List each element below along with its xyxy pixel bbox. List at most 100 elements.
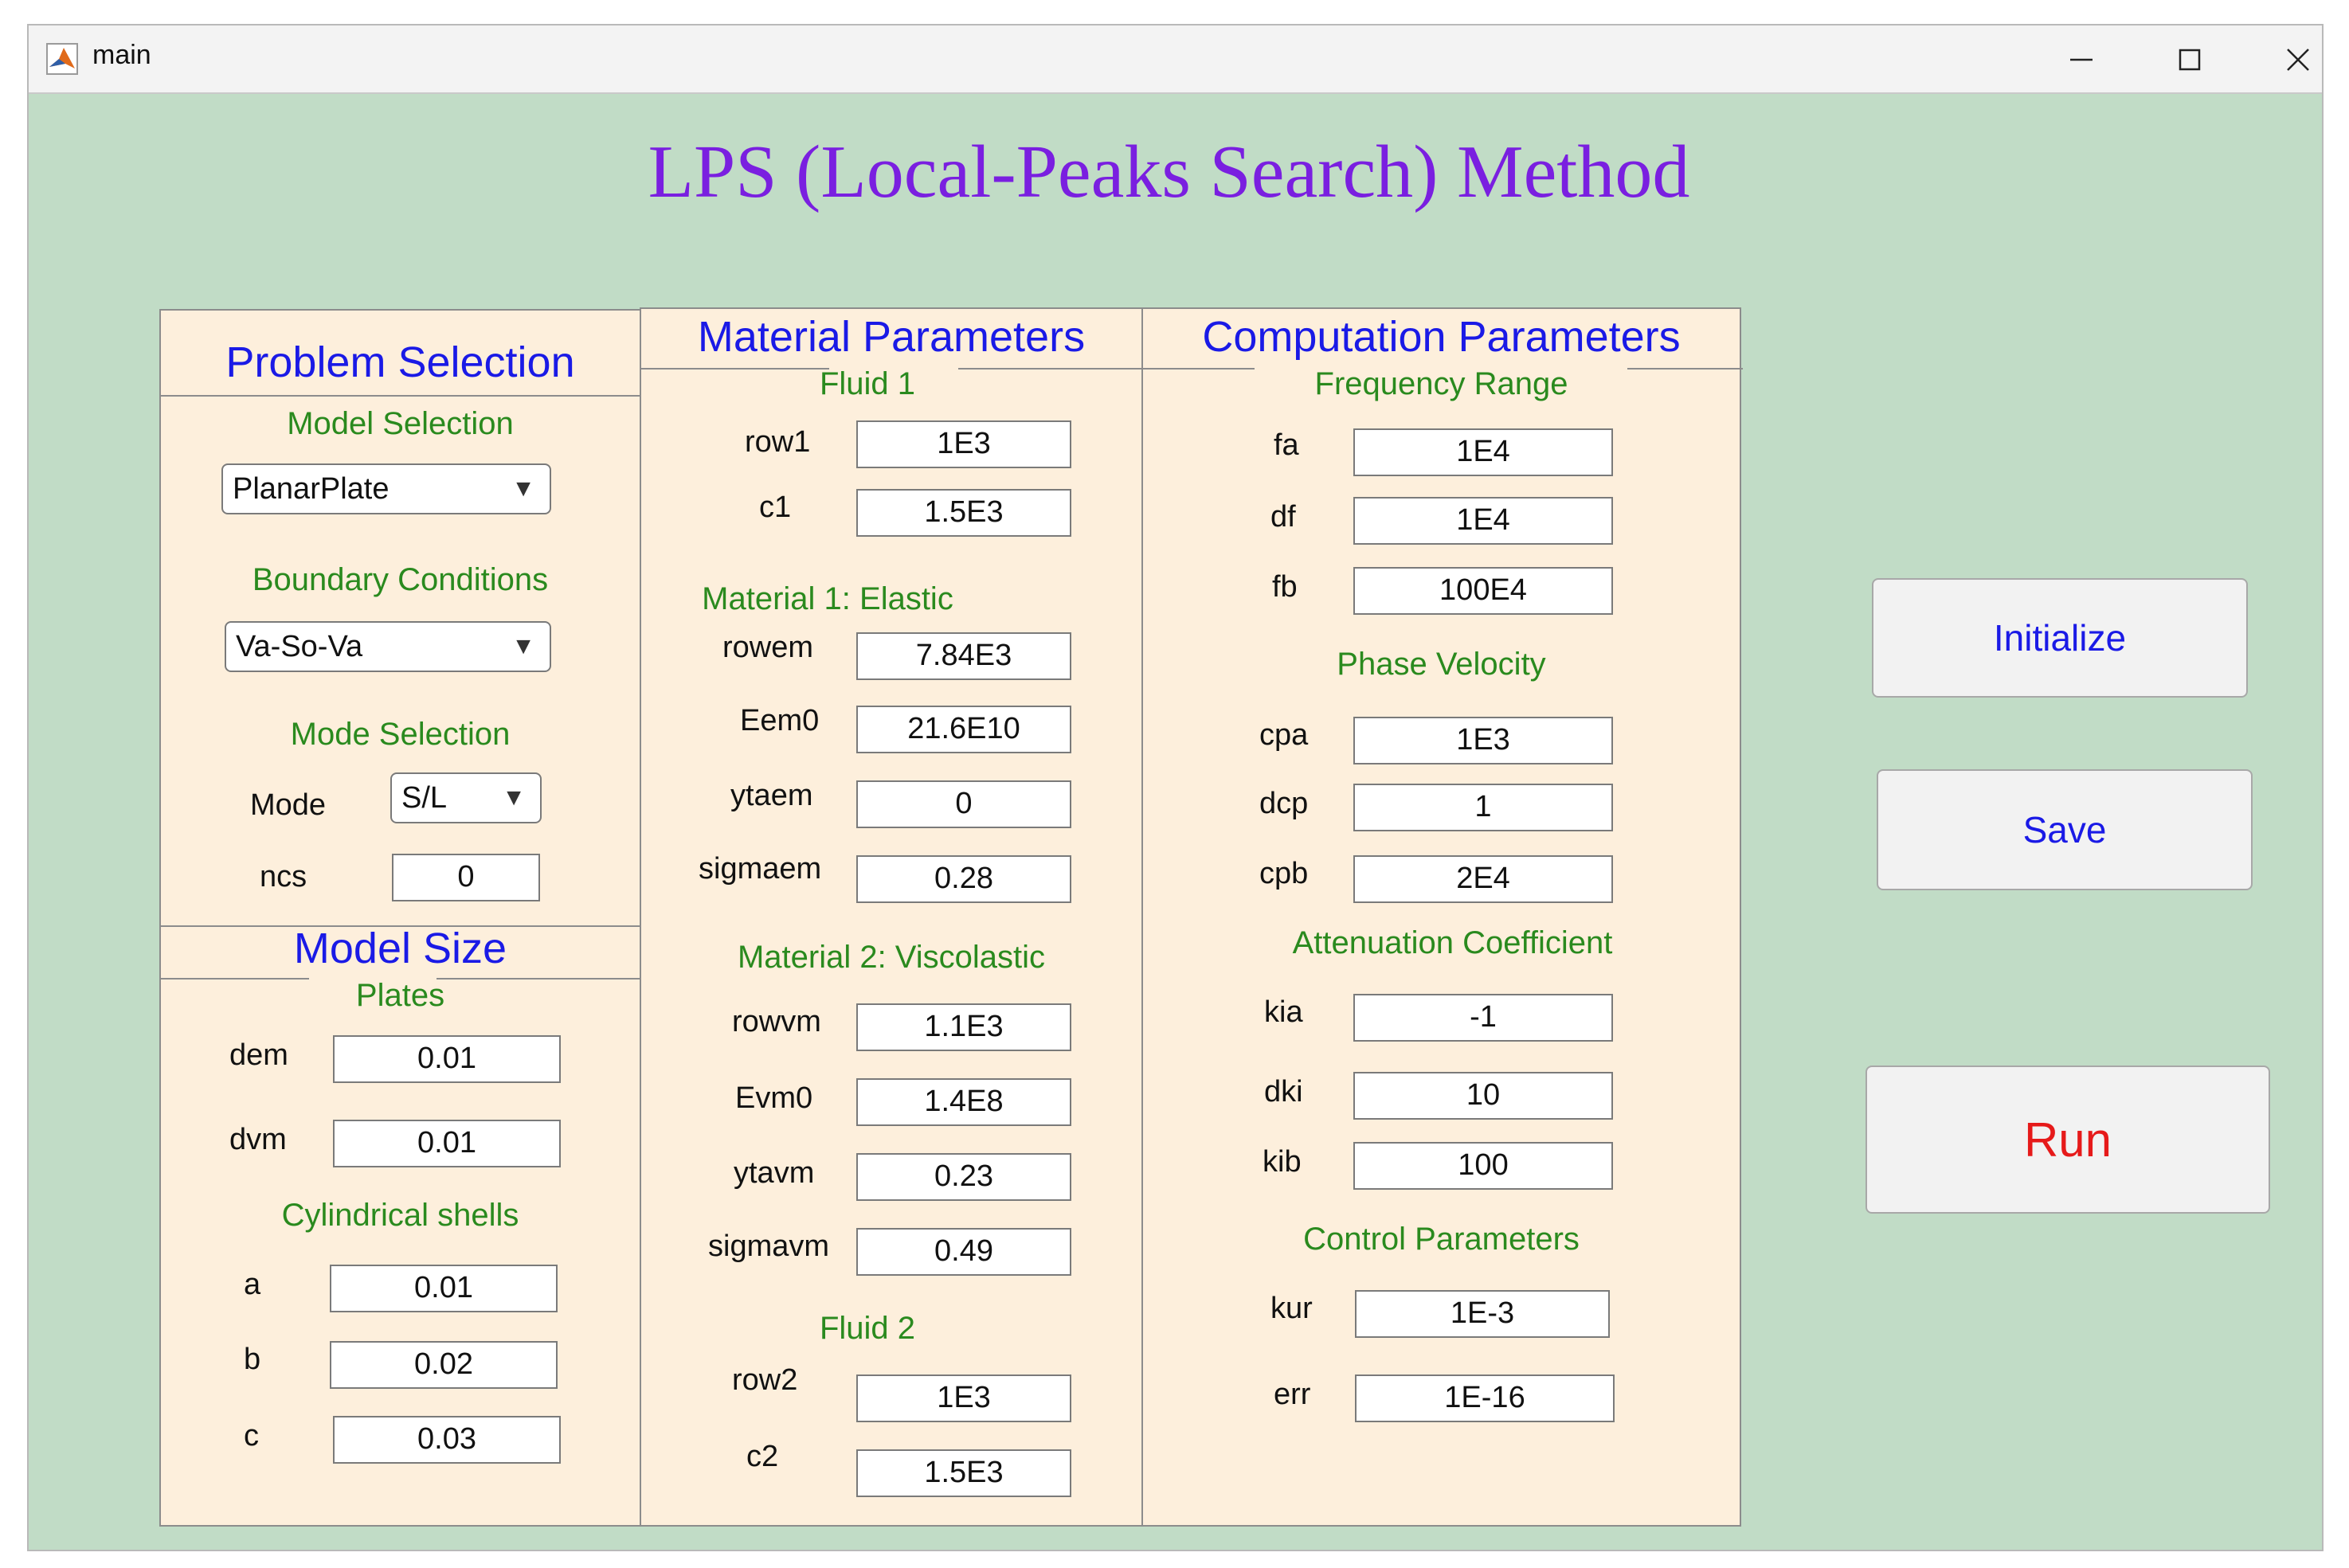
problem-selection-panel: Problem Selection Model Selection Planar… — [159, 309, 641, 927]
b-label: b — [244, 1343, 261, 1376]
minimize-icon — [2070, 58, 2093, 61]
cylindrical-shells-label: Cylindrical shells — [281, 1198, 519, 1233]
matlab-icon — [46, 43, 78, 75]
maximize-button[interactable] — [2154, 37, 2226, 83]
fb-field[interactable]: 100E4 — [1353, 567, 1613, 615]
dem-field[interactable]: 0.01 — [333, 1035, 561, 1083]
model-size-title: Model Size — [293, 925, 507, 972]
dropdown-arrow-icon: ▼ — [502, 784, 526, 811]
c1-label: c1 — [759, 491, 792, 524]
sigmavm-label: sigmavm — [708, 1230, 830, 1263]
boundary-conditions-label: Boundary Conditions — [252, 562, 549, 597]
frequency-range-label: Frequency Range — [1314, 366, 1568, 401]
evm0-field[interactable]: 1.4E8 — [856, 1078, 1071, 1126]
dcp-label: dcp — [1259, 787, 1309, 820]
mode-selection-label: Mode Selection — [290, 717, 511, 752]
a-label: a — [244, 1268, 261, 1301]
fluid1-label: Fluid 1 — [819, 366, 916, 401]
a-field[interactable]: 0.01 — [330, 1265, 558, 1312]
control-parameters-label: Control Parameters — [1303, 1222, 1580, 1257]
row1-field[interactable]: 1E3 — [856, 420, 1071, 468]
fb-label: fb — [1272, 570, 1298, 604]
c2-field[interactable]: 1.5E3 — [856, 1449, 1071, 1497]
eem0-field[interactable]: 21.6E10 — [856, 706, 1071, 753]
run-button[interactable]: Run — [1865, 1066, 2270, 1214]
ncs-field[interactable]: 0 — [392, 854, 540, 901]
sigmaem-label: sigmaem — [699, 852, 822, 886]
plates-label: Plates — [355, 978, 445, 1013]
row2-field[interactable]: 1E3 — [856, 1374, 1071, 1422]
rowvm-label: rowvm — [732, 1005, 821, 1038]
model-size-panel: Model Size Plates dem 0.01 dvm 0.01 Cyli… — [159, 925, 643, 1527]
main-window: main LPS (Local-Peaks Search) Method Pro… — [27, 24, 2324, 1551]
material-parameters-title: Material Parameters — [697, 313, 1086, 361]
fa-field[interactable]: 1E4 — [1353, 428, 1613, 476]
c-label: c — [244, 1419, 259, 1453]
kia-label: kia — [1264, 995, 1303, 1029]
fa-label: fa — [1274, 428, 1299, 462]
rowem-field[interactable]: 7.84E3 — [856, 632, 1071, 680]
mode-dropdown[interactable]: S/L ▼ — [390, 772, 542, 823]
minimize-button[interactable] — [2046, 37, 2117, 83]
save-button[interactable]: Save — [1877, 769, 2253, 890]
material2-visco-label: Material 2: Viscolastic — [737, 940, 1046, 975]
c2-label: c2 — [746, 1440, 779, 1473]
window-title: main — [92, 40, 151, 70]
attenuation-coefficient-label: Attenuation Coefficient — [1292, 925, 1613, 960]
eem0-label: Eem0 — [740, 704, 820, 737]
kia-field[interactable]: -1 — [1353, 994, 1613, 1042]
ytaem-label: ytaem — [730, 779, 813, 812]
kib-field[interactable]: 100 — [1353, 1142, 1613, 1190]
ncs-label: ncs — [260, 860, 307, 893]
initialize-button[interactable]: Initialize — [1872, 578, 2248, 698]
sigmaem-field[interactable]: 0.28 — [856, 855, 1071, 903]
dem-label: dem — [229, 1038, 288, 1072]
c1-field[interactable]: 1.5E3 — [856, 489, 1071, 537]
model-selection-dropdown[interactable]: PlanarPlate ▼ — [221, 463, 551, 514]
close-button[interactable] — [2262, 37, 2334, 83]
dropdown-arrow-icon: ▼ — [511, 633, 535, 659]
dki-field[interactable]: 10 — [1353, 1072, 1613, 1120]
dvm-field[interactable]: 0.01 — [333, 1120, 561, 1167]
err-field[interactable]: 1E-16 — [1355, 1374, 1615, 1422]
phase-velocity-label: Phase Velocity — [1337, 647, 1546, 682]
err-label: err — [1274, 1378, 1311, 1411]
row1-label: row1 — [745, 425, 811, 459]
model-selection-value: PlanarPlate — [233, 472, 390, 506]
dcp-field[interactable]: 1 — [1353, 784, 1613, 831]
page-title: LPS (Local-Peaks Search) Method — [648, 131, 1690, 213]
computation-parameters-panel: Computation Parameters Frequency Range f… — [1141, 307, 1743, 1527]
computation-parameters-title: Computation Parameters — [1202, 313, 1681, 361]
dvm-label: dvm — [229, 1123, 287, 1156]
c-field[interactable]: 0.03 — [333, 1416, 561, 1464]
kur-label: kur — [1270, 1292, 1313, 1325]
df-field[interactable]: 1E4 — [1353, 497, 1613, 545]
material1-elastic-label: Material 1: Elastic — [702, 581, 953, 616]
title-bar: main — [29, 25, 2322, 94]
mode-label: Mode — [250, 788, 327, 822]
ytavm-field[interactable]: 0.23 — [856, 1153, 1071, 1201]
rowvm-field[interactable]: 1.1E3 — [856, 1003, 1071, 1051]
ytavm-label: ytavm — [734, 1156, 815, 1190]
boundary-conditions-value: Va-So-Va — [236, 630, 363, 663]
divider — [161, 395, 640, 397]
dropdown-arrow-icon: ▼ — [511, 475, 535, 502]
evm0-label: Evm0 — [735, 1081, 813, 1115]
sigmavm-field[interactable]: 0.49 — [856, 1228, 1071, 1276]
boundary-conditions-dropdown[interactable]: Va-So-Va ▼ — [225, 621, 551, 672]
cpb-label: cpb — [1259, 857, 1309, 890]
cpa-field[interactable]: 1E3 — [1353, 717, 1613, 764]
problem-selection-title: Problem Selection — [225, 338, 575, 386]
dki-label: dki — [1264, 1075, 1303, 1109]
kib-label: kib — [1263, 1145, 1302, 1179]
mode-value: S/L — [401, 781, 448, 815]
df-label: df — [1270, 500, 1296, 534]
b-field[interactable]: 0.02 — [330, 1341, 558, 1389]
cpb-field[interactable]: 2E4 — [1353, 855, 1613, 903]
kur-field[interactable]: 1E-3 — [1355, 1290, 1610, 1338]
fluid2-label: Fluid 2 — [819, 1311, 916, 1346]
model-selection-label: Model Selection — [287, 406, 514, 441]
close-icon — [2287, 49, 2309, 71]
cpa-label: cpa — [1259, 718, 1309, 752]
ytaem-field[interactable]: 0 — [856, 780, 1071, 828]
